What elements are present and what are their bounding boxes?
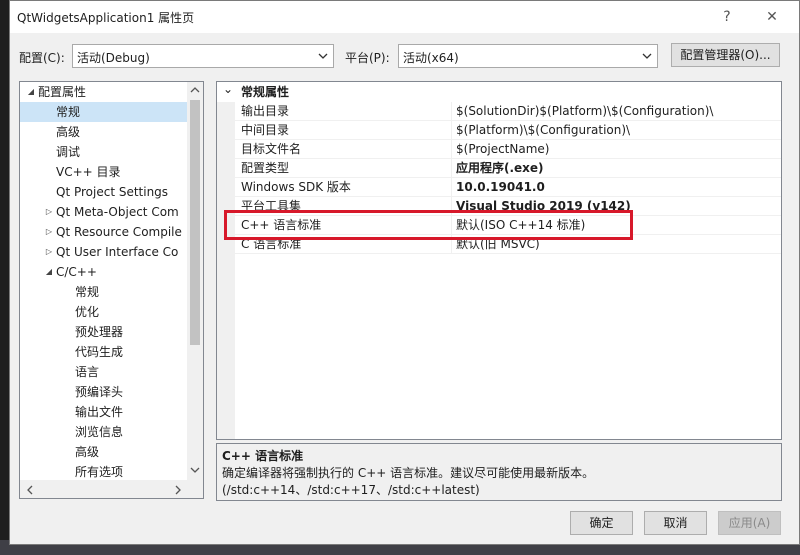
tree-item-label: 配置属性: [38, 85, 87, 99]
config-label: 配置(C):: [19, 51, 65, 65]
platform-combo[interactable]: 活动(x64): [398, 44, 658, 68]
platform-combo-value: 活动(x64): [403, 51, 459, 65]
tree-item[interactable]: ▷ Qt User Interface Co: [20, 242, 187, 262]
tree-item[interactable]: 预处理器: [20, 322, 187, 342]
tree-item-label: 调试: [56, 145, 81, 159]
tree-item-label: Qt User Interface Co: [56, 245, 179, 259]
tree-item-label: Qt Project Settings: [56, 185, 169, 199]
tree-item-label: 预编译头: [75, 385, 124, 399]
tree-item-label: 常规: [75, 285, 100, 299]
tree-item-label: 语言: [75, 365, 100, 379]
window-title: QtWidgetsApplication1 属性页: [17, 11, 195, 25]
tree-item-label: 预处理器: [75, 325, 124, 339]
property-value[interactable]: $(SolutionDir)$(Platform)\$(Configuratio…: [456, 102, 713, 120]
property-value[interactable]: 10.0.19041.0: [456, 178, 545, 196]
property-name: 目标文件名: [241, 142, 302, 156]
apply-button[interactable]: 应用(A): [718, 511, 781, 535]
tree-item-label: 高级: [56, 125, 81, 139]
platform-label: 平台(P):: [345, 51, 390, 65]
property-name: 输出目录: [241, 104, 290, 118]
property-row[interactable]: 目标文件名 $(ProjectName): [217, 140, 781, 159]
tree-item[interactable]: 调试: [20, 142, 187, 162]
property-row[interactable]: 输出目录 $(SolutionDir)$(Platform)\$(Configur…: [217, 102, 781, 121]
scroll-left-icon[interactable]: [26, 485, 34, 495]
description-text: 确定编译器将强制执行的 C++ 语言标准。建议尽可能使用最新版本。(/std:c…: [222, 466, 595, 497]
title-bar: QtWidgetsApplication1 属性页 ? ✕: [10, 1, 799, 33]
tree-item[interactable]: 高级: [20, 442, 187, 462]
ok-button[interactable]: 确定: [570, 511, 633, 535]
property-value[interactable]: $(Platform)\$(Configuration)\: [456, 121, 630, 139]
scroll-down-icon[interactable]: [190, 466, 200, 474]
property-tree: ◢ 配置属性 常规 高级 调试 VC++ 目录 Qt Project Settings ▷ Qt…: [19, 81, 204, 499]
tree-vertical-scrollbar[interactable]: [187, 82, 203, 480]
tree-scroll-thumb[interactable]: [190, 100, 200, 345]
expand-icon[interactable]: ▷: [44, 202, 54, 222]
property-row[interactable]: 中间目录 $(Platform)\$(Configuration)\: [217, 121, 781, 140]
property-row[interactable]: 配置类型 应用程序(.exe): [217, 159, 781, 178]
tree-item[interactable]: 语言: [20, 362, 187, 382]
cancel-button[interactable]: 取消: [644, 511, 707, 535]
close-button[interactable]: ✕: [761, 7, 783, 27]
category-title: 常规属性: [241, 85, 290, 99]
tree-item-label: 代码生成: [75, 345, 124, 359]
chevron-down-icon: [318, 53, 328, 59]
collapse-icon[interactable]: ◢: [26, 82, 36, 102]
tree-item[interactable]: 浏览信息: [20, 422, 187, 442]
config-manager-button[interactable]: 配置管理器(O)...: [671, 43, 780, 67]
help-button[interactable]: ?: [716, 7, 738, 27]
tree-item-label: Qt Meta-Object Com: [56, 205, 179, 219]
property-pages-dialog: QtWidgetsApplication1 属性页 ? ✕ 配置(C): 活动(…: [9, 0, 800, 545]
config-combo-value: 活动(Debug): [77, 51, 150, 65]
tree-item-label: 常规: [56, 105, 81, 119]
tree-item-label: 输出文件: [75, 405, 124, 419]
tree-item-label: Qt Resource Compile: [56, 225, 182, 239]
tree-item[interactable]: 常规: [20, 282, 187, 302]
tree-item[interactable]: ▷ Qt Resource Compile: [20, 222, 187, 242]
tree-item[interactable]: VC++ 目录: [20, 162, 187, 182]
tree-item[interactable]: 预编译头: [20, 382, 187, 402]
tree-item[interactable]: 高级: [20, 122, 187, 142]
property-name: Windows SDK 版本: [241, 180, 351, 194]
tree-item[interactable]: 代码生成: [20, 342, 187, 362]
tree-item[interactable]: 优化: [20, 302, 187, 322]
tree-item[interactable]: Qt Project Settings: [20, 182, 187, 202]
tree-item[interactable]: 输出文件: [20, 402, 187, 422]
tree-item[interactable]: 常规: [20, 102, 187, 122]
chevron-down-icon: [642, 53, 652, 59]
description-panel: C++ 语言标准 确定编译器将强制执行的 C++ 语言标准。建议尽可能使用最新版…: [216, 443, 782, 501]
property-value[interactable]: $(ProjectName): [456, 140, 549, 158]
scroll-right-icon[interactable]: [174, 485, 182, 495]
tree-item[interactable]: ◢ C/C++: [20, 262, 187, 282]
description-title: C++ 语言标准: [222, 449, 304, 463]
tree-item[interactable]: 所有选项: [20, 462, 187, 482]
property-row[interactable]: Windows SDK 版本 10.0.19041.0: [217, 178, 781, 197]
property-name: 中间目录: [241, 123, 290, 137]
property-name: 配置类型: [241, 161, 290, 175]
expand-icon[interactable]: ▷: [44, 222, 54, 242]
collapse-icon[interactable]: ◢: [44, 262, 54, 282]
collapse-icon[interactable]: ⌄: [223, 82, 233, 99]
property-value[interactable]: 应用程序(.exe): [456, 159, 544, 177]
tree-item-label: VC++ 目录: [56, 165, 121, 179]
tree-item-label: 所有选项: [75, 465, 124, 479]
category-general[interactable]: ⌄ 常规属性: [217, 82, 781, 102]
highlight-box: [224, 210, 633, 240]
tree-horizontal-scrollbar[interactable]: [20, 480, 203, 498]
tree-item-label: 浏览信息: [75, 425, 124, 439]
expand-icon[interactable]: ▷: [44, 242, 54, 262]
scroll-up-icon[interactable]: [190, 86, 200, 94]
tree-item-label: C/C++: [56, 265, 97, 279]
tree-item-label: 优化: [75, 305, 100, 319]
tree-item-label: 高级: [75, 445, 100, 459]
config-combo[interactable]: 活动(Debug): [72, 44, 334, 68]
property-grid: ⌄ 常规属性 输出目录 $(SolutionDir)$(Platform)\$(C…: [216, 81, 782, 440]
tree-item[interactable]: ▷ Qt Meta-Object Com: [20, 202, 187, 222]
tree-item[interactable]: ◢ 配置属性: [20, 82, 187, 102]
